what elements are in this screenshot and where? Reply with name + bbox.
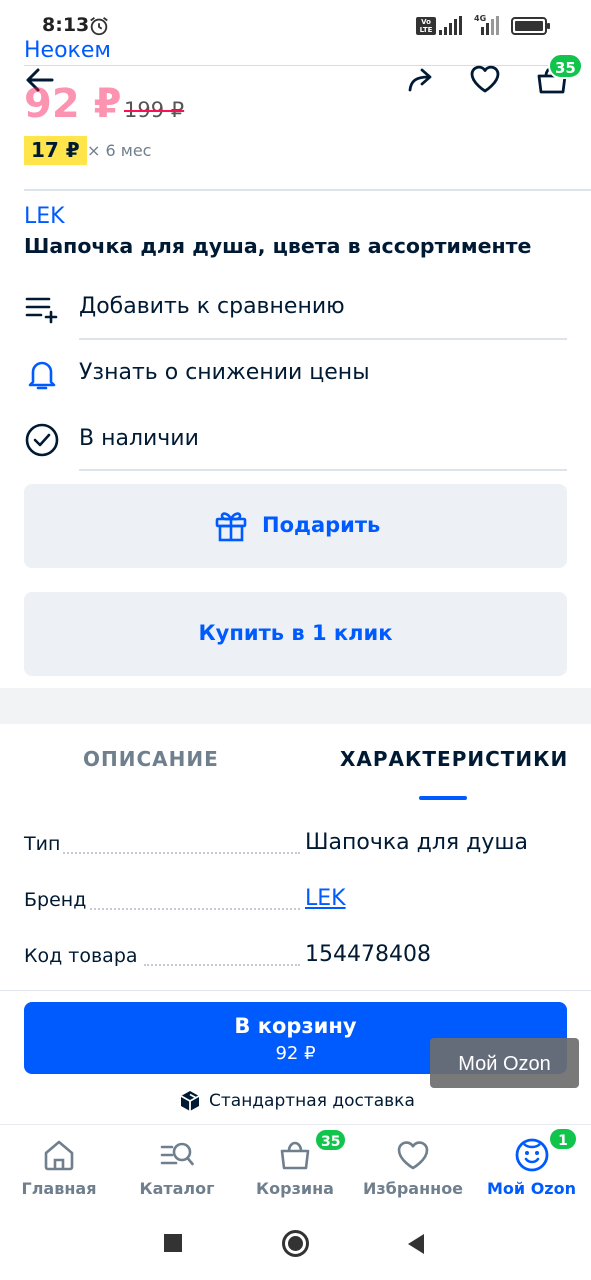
divider [79,469,567,471]
spec-value: Шапочка для душа [305,830,528,855]
in-stock-label: В наличии [79,426,199,451]
installment-amount[interactable]: 17 ₽ [24,136,87,165]
section-separator [0,688,591,724]
bell-icon [28,361,56,390]
signal-icon [481,16,499,35]
gift-icon [215,512,247,542]
battery-icon [511,17,550,35]
brand-link[interactable]: LEK [24,204,65,229]
price-drop-alert-row[interactable]: Узнать о снижении цены [0,340,591,406]
seller-name[interactable]: Неокем [24,38,111,63]
status-time: 8:13 [42,14,90,36]
spec-row-brand: Бренд LEK [24,886,567,929]
buy-one-click-button[interactable]: Купить в 1 клик [24,592,567,676]
volte-icon: Vo LTE [416,17,436,35]
cart-count-badge: 35 [314,1128,348,1152]
spec-brand-link[interactable]: LEK [305,886,346,911]
spec-leader-dots [60,852,300,854]
divider [24,189,591,191]
home-icon [44,1140,74,1171]
in-stock-row: В наличии [0,406,591,472]
add-to-cart-label: В корзину [234,1014,357,1038]
nav-favorites[interactable]: Избранное [358,1125,468,1211]
spec-leader-dots [144,964,300,966]
spec-row-type: Тип Шапочка для душа [24,830,567,873]
cart-count-badge: 35 [548,53,583,79]
spec-leader-dots [90,908,300,910]
compare-list-icon [25,297,58,324]
nav-my-ozon[interactable]: Мой Ozon 1 [476,1125,587,1211]
heart-icon[interactable] [467,61,503,97]
spec-key: Бренд [24,889,89,911]
nav-catalog[interactable]: Каталог [122,1125,232,1211]
system-navigation-bar [0,1210,591,1280]
spec-key: Код товара [24,945,140,967]
current-price: 92 ₽ [24,81,122,127]
add-to-compare-label: Добавить к сравнению [79,294,345,319]
tab-description[interactable]: ОПИСАНИЕ [83,747,219,771]
home-circle-icon[interactable] [281,1229,310,1258]
spec-value: 154478408 [305,942,431,967]
back-triangle-icon[interactable] [404,1232,428,1256]
add-to-compare-row[interactable]: Добавить к сравнению [0,274,591,340]
installment-term: × 6 мес [87,141,152,160]
buy-one-click-label: Купить в 1 клик [198,621,393,645]
product-title: Шапочка для душа, цвета в ассортименте [24,234,532,258]
divider [0,990,591,991]
catalog-search-icon [160,1142,194,1166]
check-circle-icon [25,423,59,457]
delivery-info: Стандартная доставка [0,1088,591,1118]
delivery-label: Стандартная доставка [209,1091,415,1111]
toast-tooltip: Мой Ozon [430,1038,579,1088]
nav-home-label: Главная [21,1179,97,1198]
old-price: 199 ₽ [124,98,185,122]
nav-cart[interactable]: Корзина 35 [240,1125,350,1211]
spec-key: Тип [24,833,63,855]
recent-apps-icon[interactable] [162,1232,184,1254]
notification-badge: 1 [548,1127,578,1151]
tab-characteristics[interactable]: ХАРАКТЕРИСТИКИ [340,747,568,771]
nav-catalog-label: Каталог [139,1179,215,1198]
alarm-icon [90,17,108,36]
active-tab-indicator [419,796,467,800]
bottom-navigation: Главная Каталог Корзина 35 Избранное Мой… [0,1124,591,1210]
smiley-face-icon [515,1138,549,1172]
gift-button-label: Подарить [262,513,381,537]
share-icon[interactable] [402,62,438,98]
box-icon [180,1091,200,1111]
cart-icon [280,1141,310,1170]
gift-button[interactable]: Подарить [24,484,567,568]
heart-icon [397,1141,429,1170]
nav-home[interactable]: Главная [4,1125,114,1211]
nav-favorites-label: Избранное [362,1179,464,1198]
price-drop-alert-label: Узнать о снижении цены [79,360,370,385]
nav-cart-label: Корзина [256,1179,334,1198]
spec-row-sku: Код товара 154478408 [24,942,567,985]
signal-icon [439,16,462,35]
nav-my-ozon-label: Мой Ozon [487,1179,576,1198]
